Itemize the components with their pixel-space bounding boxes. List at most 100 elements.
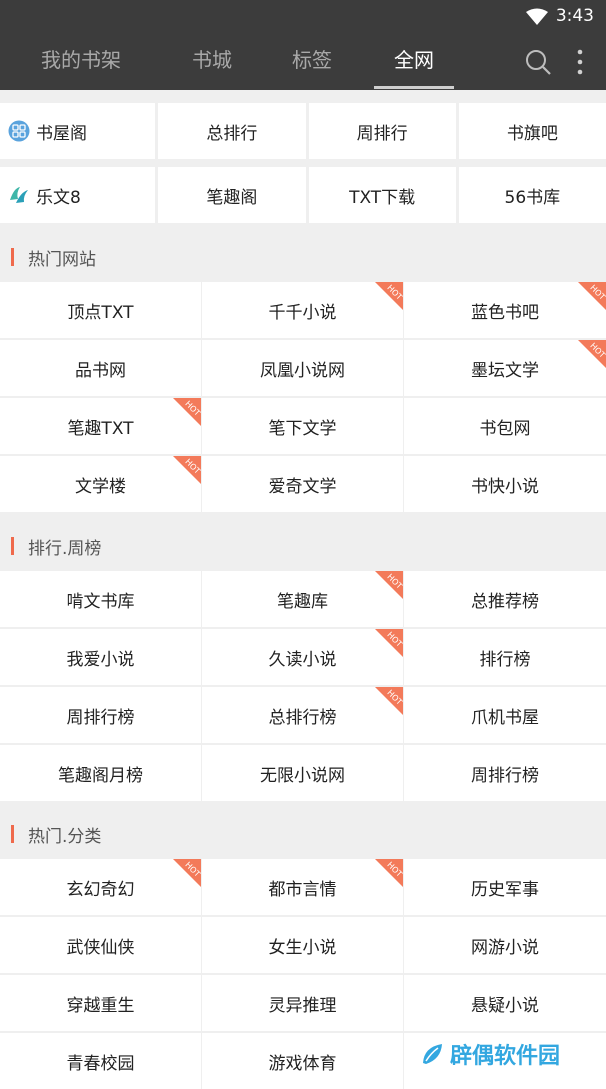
site-link-label: 蓝色书吧 — [471, 302, 539, 323]
site-link[interactable]: 凤凰小说网 — [202, 340, 403, 396]
site-link-label: 穿越重生 — [66, 995, 135, 1016]
site-link[interactable]: 排行榜 — [404, 629, 606, 685]
site-link[interactable]: 武侠仙侠 — [0, 917, 201, 973]
section-title-text: 排行.周榜 — [28, 538, 102, 559]
site-link[interactable]: 青春校园 — [0, 1033, 201, 1089]
quick-link-label: 总排行 — [206, 123, 258, 144]
lewen-logo-icon — [10, 187, 28, 203]
quick-link-label: 书旗吧 — [506, 123, 558, 144]
section-title-text: 热门.分类 — [28, 826, 102, 847]
watermark-text: 辟偶软件园 — [450, 1044, 561, 1069]
tab-tags[interactable]: 标签 — [272, 34, 352, 90]
site-link[interactable]: 悬疑小说 — [404, 975, 606, 1031]
grid-weekly-rank: 啃文书库 笔趣库 HOT 总推荐榜我爱小说 久读小说 HOT 排行榜周排行榜 总排行榜 HOT 爪… — [0, 571, 606, 801]
site-link[interactable]: 总排行榜 HOT — [202, 687, 403, 743]
quick-link-shuqiba[interactable]: 书旗吧 — [458, 103, 606, 159]
site-link[interactable]: 周排行榜 — [404, 745, 606, 801]
site-link-label: 周排行榜 — [66, 707, 135, 728]
site-link[interactable]: 无限小说网 — [202, 745, 403, 801]
site-link[interactable]: 爱奇文学 — [202, 456, 403, 512]
site-link[interactable]: 游戏体育 — [202, 1033, 403, 1089]
quick-link-56shuku[interactable]: 56书库 — [458, 167, 606, 223]
site-link[interactable]: 笔下文学 — [202, 398, 403, 454]
site-link-label: 无限小说网 — [260, 765, 345, 786]
site-link-label: 墨坛文学 — [471, 360, 539, 381]
tab-bookstore[interactable]: 书城 — [172, 34, 252, 90]
site-link[interactable]: 文学楼 HOT — [0, 456, 201, 512]
more-options-icon[interactable] — [572, 47, 588, 77]
site-link-label: 玄幻奇幻 — [66, 879, 135, 900]
site-link-label: 书快小说 — [471, 476, 539, 497]
site-link-label: 悬疑小说 — [471, 995, 539, 1016]
site-link[interactable]: 墨坛文学 HOT — [404, 340, 606, 396]
tab-my-bookshelf[interactable]: 我的书架 — [20, 34, 142, 90]
site-link[interactable]: 书快小说 — [404, 456, 606, 512]
site-link[interactable]: 都市言情 HOT — [202, 859, 403, 915]
top-nav-bar: 我的书架 书城 标签 全网 — [0, 34, 606, 90]
site-link-label: 爪机书屋 — [471, 707, 539, 728]
tab-whole-web[interactable]: 全网 — [374, 34, 454, 90]
quick-link-label: 周排行 — [356, 123, 408, 144]
site-link[interactable]: 总推荐榜 — [404, 571, 606, 627]
section-accent-bar — [11, 537, 14, 555]
quick-link-lewen8[interactable]: 乐文8 — [0, 167, 156, 223]
site-link[interactable]: 灵异推理 — [202, 975, 403, 1031]
quick-link-biquge[interactable]: 笔趣阁 — [158, 167, 306, 223]
site-link-label: 笔趣库 — [277, 591, 328, 612]
site-link[interactable]: 周排行榜 — [0, 687, 201, 743]
site-link[interactable]: 爪机书屋 — [404, 687, 606, 743]
site-link[interactable]: 笔趣库 HOT — [202, 571, 403, 627]
site-link[interactable]: 女生小说 — [202, 917, 403, 973]
site-link[interactable]: 久读小说 HOT — [202, 629, 403, 685]
section-title-hot-categories: 热门.分类 — [0, 805, 606, 863]
site-link[interactable]: 啃文书库 — [0, 571, 201, 627]
site-link-label: 周排行榜 — [471, 765, 539, 786]
site-link-label: 啃文书库 — [66, 591, 135, 612]
site-link[interactable]: 历史军事 — [404, 859, 606, 915]
site-link-label: 久读小说 — [268, 649, 337, 670]
section-title-text: 热门网站 — [28, 249, 96, 270]
site-link[interactable]: 千千小说 HOT — [202, 282, 403, 338]
site-link-label: 青春校园 — [66, 1053, 135, 1074]
quick-links-row-1: 书屋阁 总排行 周排行 书旗吧 — [0, 103, 606, 159]
site-link-label: 文学楼 — [75, 476, 126, 497]
wifi-icon — [526, 8, 548, 25]
quick-link-label: 笔趣阁 — [206, 187, 258, 208]
site-link[interactable]: 网游小说 — [404, 917, 606, 973]
site-link[interactable]: 我爱小说 — [0, 629, 201, 685]
site-link[interactable]: 顶点TXT — [0, 282, 201, 338]
search-icon[interactable] — [524, 48, 552, 76]
site-link-label: 游戏体育 — [268, 1053, 337, 1074]
quick-link-shuwuge[interactable]: 书屋阁 — [0, 103, 156, 159]
site-link-label: 总推荐榜 — [471, 591, 539, 612]
quick-link-txt-download[interactable]: TXT下载 — [308, 167, 456, 223]
site-link-label: 灵异推理 — [268, 995, 337, 1016]
section-title-hot-sites: 热门网站 — [0, 228, 606, 286]
site-link[interactable]: 书包网 — [404, 398, 606, 454]
site-link-label: 排行榜 — [479, 649, 531, 670]
grid-hot-sites: 顶点TXT 千千小说 HOT 蓝色书吧 HOT 品书网 凤凰小说网 墨坛文学 HOT 笔趣TXT H… — [0, 282, 606, 512]
quick-link-label: 乐文8 — [36, 187, 81, 208]
status-bar: 3:43 — [0, 0, 606, 34]
site-link[interactable]: 穿越重生 — [0, 975, 201, 1031]
site-link[interactable]: 笔趣TXT HOT — [0, 398, 201, 454]
site-link[interactable]: 蓝色书吧 HOT — [404, 282, 606, 338]
section-accent-bar — [11, 248, 14, 266]
site-link-label: 笔趣阁月榜 — [58, 765, 143, 786]
site-link[interactable]: 玄幻奇幻 HOT — [0, 859, 201, 915]
site-link-label: 武侠仙侠 — [66, 937, 135, 958]
active-tab-indicator — [374, 86, 454, 89]
quick-link-label: TXT下载 — [349, 187, 416, 208]
section-accent-bar — [11, 825, 14, 843]
site-link[interactable]: 笔趣阁月榜 — [0, 745, 201, 801]
quick-link-weekly-rank[interactable]: 周排行 — [308, 103, 456, 159]
site-link-label: 我爱小说 — [66, 649, 135, 670]
site-link-label: 顶点TXT — [67, 302, 134, 323]
quick-links-row-2: 乐文8 笔趣阁 TXT下载 56书库 — [0, 167, 606, 223]
site-link-label: 历史军事 — [471, 879, 539, 900]
quick-link-total-rank[interactable]: 总排行 — [158, 103, 306, 159]
site-link-label: 凤凰小说网 — [260, 360, 345, 381]
site-link[interactable]: 品书网 — [0, 340, 201, 396]
site-link-label: 网游小说 — [471, 937, 539, 958]
site-link-label: 都市言情 — [268, 879, 337, 900]
